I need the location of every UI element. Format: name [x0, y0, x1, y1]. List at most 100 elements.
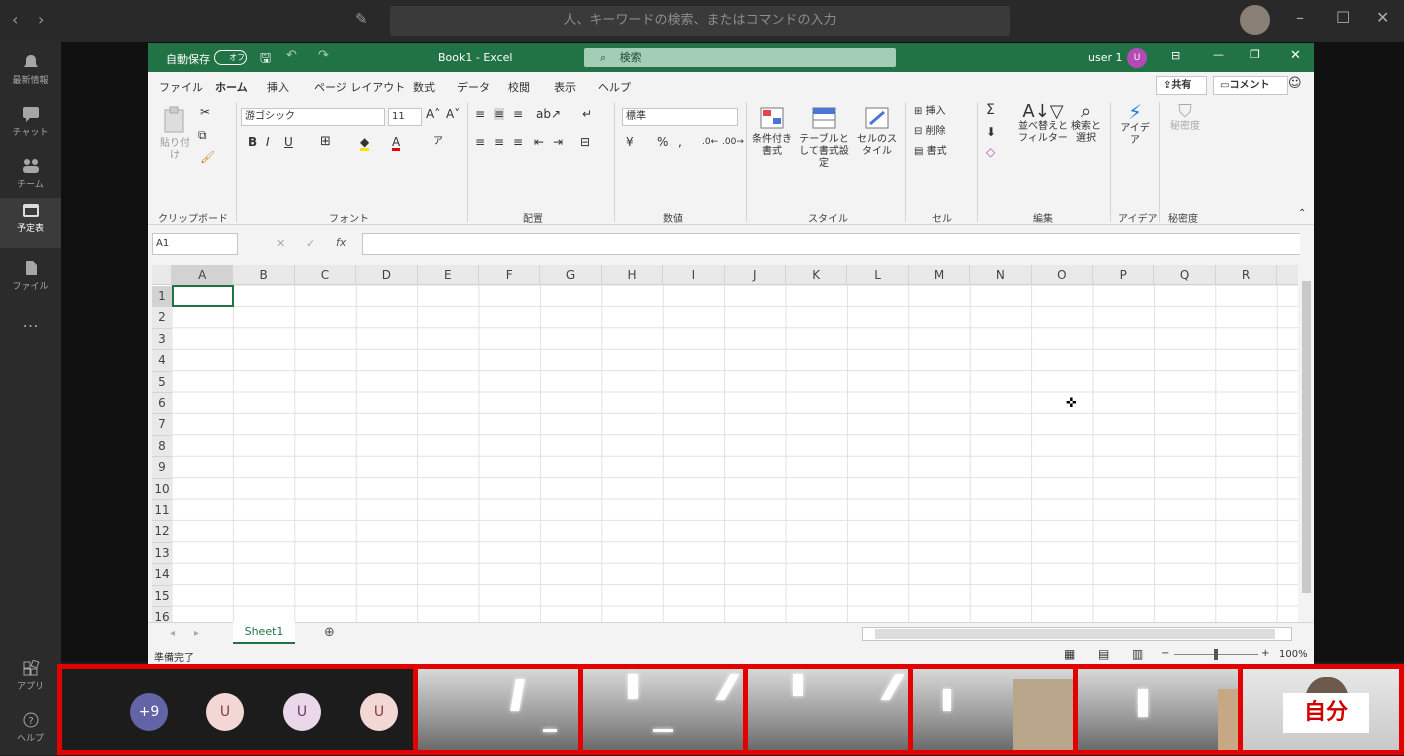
search-input[interactable]: 人、キーワードの検索、またはコマンドの入力	[390, 6, 1010, 36]
cut-icon[interactable]: ✂	[200, 106, 210, 118]
column-header[interactable]: O	[1032, 265, 1093, 285]
rail-activity[interactable]: 最新情報	[0, 50, 61, 98]
zoom-level[interactable]: 100%	[1279, 649, 1308, 660]
column-header[interactable]: A	[172, 265, 234, 285]
select-all-corner[interactable]	[152, 265, 172, 285]
column-header[interactable]: H	[602, 265, 664, 285]
row-header[interactable]: 10	[152, 478, 172, 500]
sort-filter-button[interactable]: A↓▽ 並べ替えとフィルター	[1018, 103, 1068, 145]
row-header[interactable]: 8	[152, 435, 172, 458]
row-header[interactable]: 4	[152, 350, 172, 372]
accounting-format-icon[interactable]: ¥	[626, 136, 634, 148]
row-header[interactable]: 13	[152, 542, 172, 565]
page-layout-view-icon[interactable]: ▤	[1098, 647, 1109, 661]
column-header[interactable]: E	[418, 265, 479, 285]
row-header[interactable]: 9	[152, 457, 172, 479]
align-left-icon[interactable]: ≡	[475, 136, 485, 148]
worksheet-grid[interactable]: ABCDEFGHIJKLMNOPQR 1 2 3 4 5 6 7 8 9 10 11 12 13 14 15…	[152, 265, 1298, 660]
back-arrow-icon[interactable]: ‹	[12, 10, 18, 29]
align-top-icon[interactable]: ≡	[475, 108, 485, 120]
row-header[interactable]: 6	[152, 393, 172, 415]
column-header[interactable]: J	[725, 265, 786, 285]
zoom-slider-thumb[interactable]	[1214, 649, 1218, 660]
add-sheet-icon[interactable]: ⊕	[324, 625, 335, 640]
collapse-ribbon-icon[interactable]: ⌃	[1298, 208, 1306, 219]
copy-icon[interactable]: ⧉	[198, 129, 207, 141]
column-header[interactable]: B	[233, 265, 295, 285]
participant-video[interactable]	[743, 669, 908, 750]
zoom-slider[interactable]	[1174, 649, 1258, 660]
tab-file[interactable]: ファイル	[159, 79, 203, 95]
align-center-icon[interactable]: ≡	[494, 136, 504, 148]
participant-video[interactable]	[908, 669, 1073, 750]
row-header[interactable]: 15	[152, 585, 172, 607]
paste-button[interactable]: 貼り付け	[156, 106, 194, 162]
minimize-icon[interactable]: –	[1296, 8, 1304, 27]
column-header[interactable]: F	[479, 265, 541, 285]
increase-indent-icon[interactable]: ⇥	[553, 136, 563, 148]
column-header[interactable]: D	[356, 265, 418, 285]
more-apps-icon[interactable]: …	[0, 312, 61, 360]
rail-files[interactable]: ファイル	[0, 256, 61, 304]
smiley-icon[interactable]: ☺	[1288, 76, 1302, 91]
horizontal-scrollbar[interactable]	[862, 627, 1292, 641]
tab-view[interactable]: 表示	[554, 79, 576, 95]
name-box[interactable]: A1	[152, 233, 238, 255]
redo-icon[interactable]: ↷	[318, 48, 329, 63]
number-format-select[interactable]: 標準	[622, 108, 738, 126]
sheet-tab[interactable]: Sheet1	[233, 622, 295, 644]
cancel-icon[interactable]: ✕	[276, 237, 285, 250]
scroll-thumb[interactable]	[1302, 281, 1311, 593]
next-sheet-icon[interactable]: ▸	[194, 628, 199, 639]
tab-review[interactable]: 校閲	[508, 79, 530, 95]
tab-help[interactable]: ヘルプ	[598, 79, 631, 95]
column-header[interactable]: M	[909, 265, 971, 285]
increase-decimal-icon[interactable]: .0←	[702, 136, 718, 148]
font-size-select[interactable]: 11	[388, 108, 422, 126]
ribbon-display-icon[interactable]: ⊟	[1171, 49, 1180, 62]
row-header[interactable]: 7	[152, 414, 172, 436]
excel-search-box[interactable]: ⌕ 検索	[584, 48, 896, 67]
orientation-icon[interactable]: ab↗	[536, 108, 561, 120]
column-header[interactable]: Q	[1154, 265, 1216, 285]
row-header[interactable]: 11	[152, 500, 172, 522]
forward-arrow-icon[interactable]: ›	[38, 10, 44, 29]
bold-icon[interactable]: B	[248, 136, 257, 148]
format-painter-icon[interactable]: 🖌	[200, 151, 215, 163]
decrease-decimal-icon[interactable]: .00→	[722, 136, 744, 148]
tab-insert[interactable]: 挿入	[267, 79, 289, 95]
format-as-table-button[interactable]: テーブルとして書式設定	[796, 106, 852, 170]
column-header[interactable]: G	[540, 265, 602, 285]
self-video[interactable]: 自分	[1238, 669, 1399, 750]
participant-avatar[interactable]: U	[360, 693, 398, 731]
minimize-icon[interactable]: —	[1213, 48, 1224, 61]
row-header[interactable]: 3	[152, 328, 172, 351]
close-icon[interactable]: ✕	[1290, 48, 1301, 63]
rail-help[interactable]: ? ヘルプ	[0, 708, 61, 756]
maximize-icon[interactable]: ☐	[1336, 8, 1350, 27]
wrap-text-icon[interactable]: ↵	[582, 108, 592, 120]
rail-apps[interactable]: アプリ	[0, 656, 61, 704]
underline-icon[interactable]: U	[284, 136, 293, 148]
formula-input[interactable]	[362, 233, 1310, 255]
percent-icon[interactable]: %	[657, 136, 668, 148]
delete-cells-button[interactable]: ⊟ 削除	[914, 126, 946, 138]
selected-cell[interactable]	[172, 285, 234, 307]
insert-cells-button[interactable]: ⊞ 挿入	[914, 106, 946, 118]
profile-avatar[interactable]	[1240, 5, 1270, 35]
align-middle-icon[interactable]: ≡	[494, 108, 505, 120]
close-icon[interactable]: ✕	[1376, 8, 1389, 27]
overflow-participants-button[interactable]: +9	[130, 693, 168, 731]
column-header[interactable]: P	[1093, 265, 1155, 285]
rail-chat[interactable]: チャット	[0, 102, 61, 150]
comment-button[interactable]: ▭コメント	[1213, 76, 1288, 95]
tab-page-layout[interactable]: ページ レイアウト	[314, 79, 405, 95]
italic-icon[interactable]: I	[266, 136, 270, 148]
save-icon[interactable]: 🖫	[260, 49, 271, 71]
page-break-view-icon[interactable]: ▥	[1132, 647, 1143, 661]
fill-color-icon[interactable]: ◆	[360, 136, 370, 151]
column-header[interactable]: K	[786, 265, 848, 285]
fill-icon[interactable]: ⬇	[986, 126, 996, 138]
participant-avatar[interactable]: U	[206, 693, 244, 731]
align-bottom-icon[interactable]: ≡	[513, 108, 523, 120]
